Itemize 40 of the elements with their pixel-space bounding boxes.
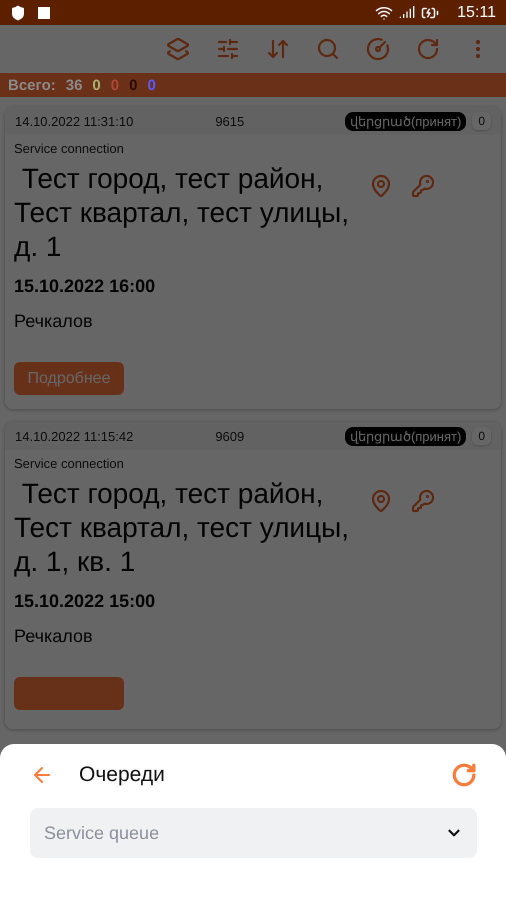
order-card[interactable]: 14.10.2022 11:15:42 9609 վերցրած(принят) 0 Service connection Тест город, тест район, Тест квартал, тест улицы, д. 1, кв. 1 15.10.2022 15:00 Речкалов [5, 422, 501, 729]
map-pin-icon[interactable] [369, 489, 393, 513]
deadline: 15.10.2022 16:00 [14, 276, 156, 297]
key-icon[interactable] [411, 489, 435, 513]
order-datetime: 14.10.2022 11:31:10 [15, 114, 134, 128]
comment-count: 0 [472, 427, 491, 445]
assignee: Речкалов [14, 311, 94, 332]
queue-select[interactable]: Service queue [30, 808, 477, 858]
address: Тест город, тест район, Тест квартал, тест улицы, д. 1 [14, 162, 350, 264]
refresh-icon[interactable] [416, 37, 440, 61]
map-pin-icon[interactable] [369, 174, 393, 198]
status-badge: վերցրած(принят) [344, 426, 466, 446]
order-datetime: 14.10.2022 11:15:42 [15, 428, 134, 444]
service-type: Service connection [14, 456, 125, 471]
gauge-icon[interactable] [366, 37, 390, 61]
search-icon[interactable] [316, 37, 340, 61]
shield-icon [10, 4, 26, 20]
assignee: Речкалов [14, 626, 94, 647]
service-type: Service connection [14, 141, 125, 156]
status-badge: վերցրած(принят) [344, 112, 466, 130]
address: Тест город, тест район, Тест квартал, тест улицы, д. 1, кв. 1 [14, 477, 350, 579]
key-icon[interactable] [411, 174, 435, 198]
total-label: Всего: [8, 76, 56, 94]
filter-sliders-icon[interactable] [216, 37, 240, 61]
status-count: 0 [147, 76, 156, 94]
layers-icon[interactable] [166, 37, 190, 61]
status-count: 0 [129, 76, 138, 94]
total-count: 36 [66, 76, 82, 94]
comment-count: 0 [472, 112, 491, 130]
sort-icon[interactable] [266, 37, 290, 61]
sheet-title: Очереди [79, 763, 165, 787]
order-number: 9615 [215, 114, 244, 128]
status-count: 0 [92, 76, 101, 94]
signal-icon [399, 4, 416, 20]
refresh-icon[interactable] [451, 762, 477, 788]
status-time: 15:11 [457, 4, 496, 22]
order-number: 9609 [215, 428, 244, 444]
status-count: 0 [110, 76, 120, 94]
order-card[interactable]: 14.10.2022 11:31:10 9615 վերցրած(принят) 0 Service connection Тест город, тест район, Тест квартал, тест улицы, д. 1 15.10.2022 16:00 Речкалов Подробнее [5, 107, 501, 409]
deadline: 15.10.2022 15:00 [14, 591, 156, 612]
